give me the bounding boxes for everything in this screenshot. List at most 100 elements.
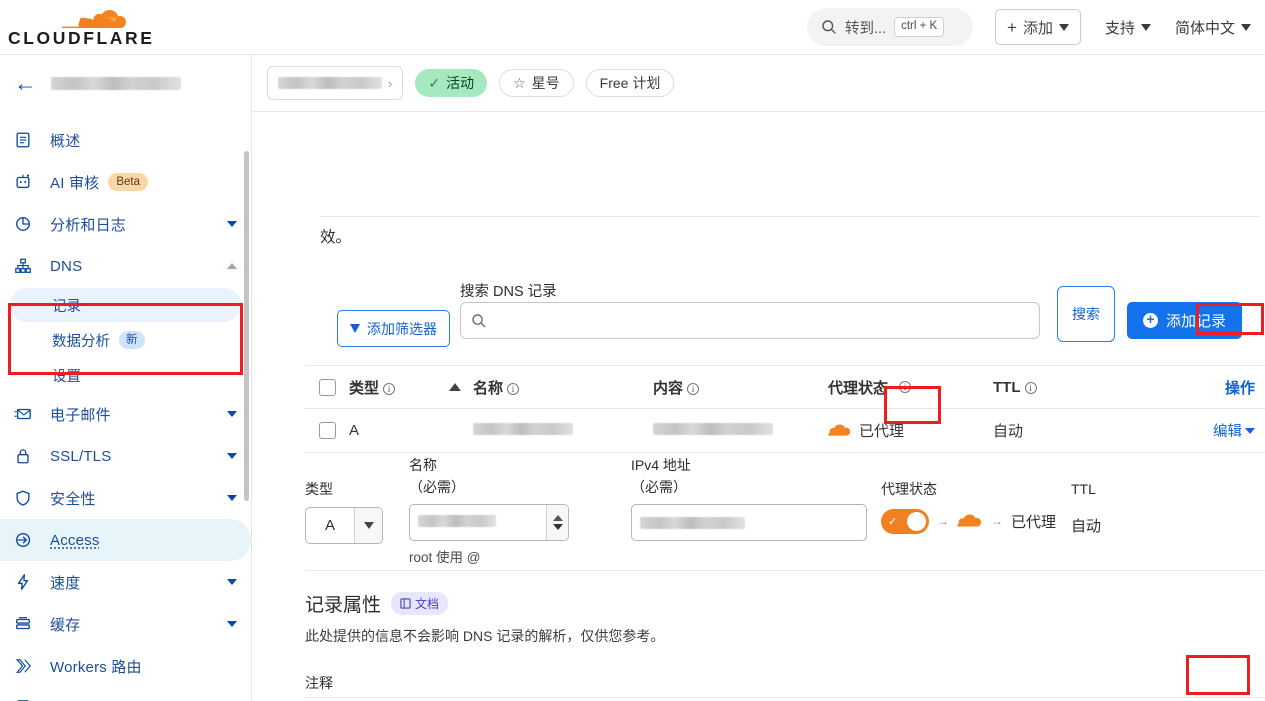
sidebar-item-label: Workers 路由 [50,658,142,676]
column-header-type[interactable]: 类型 i [349,377,437,398]
sidebar-item-workers-routes[interactable]: Workers 路由 [0,645,251,687]
cell-content [653,422,828,439]
dns-search-row: 搜索 DNS 记录 添加筛选器 搜索 + 添加记录 [337,280,1265,347]
field-name-label-1: 名称 [409,457,437,473]
column-header-actions: 操作 [1143,377,1265,398]
stepper-down-icon[interactable] [552,524,563,531]
book-icon [400,598,411,609]
chevron-down-icon [227,221,237,227]
column-header-name[interactable]: 名称 i [473,377,653,398]
proxy-status-toggle[interactable]: ✓ [881,508,929,534]
sidebar-item-label: 缓存 [50,616,81,634]
field-proxy-label: 代理状态 [881,481,937,497]
chevron-down-icon [1241,23,1251,31]
sidebar-item-security[interactable]: 安全性 [0,477,251,519]
column-header-content[interactable]: 内容 i [653,377,828,398]
column-label: 名称 [473,379,504,397]
info-icon[interactable]: i [383,382,396,395]
proxy-status-text: 已代理 [1011,513,1057,531]
truncated-paragraph: 效。 [320,229,352,246]
search-icon [822,20,836,34]
star-zone-button[interactable]: ☆ 星号 [499,69,574,97]
stepper-up-icon[interactable] [552,515,563,522]
record-type-select[interactable]: A [305,506,383,544]
search-button[interactable]: 搜索 [1057,286,1115,342]
column-header-ttl[interactable]: TTL i [993,379,1143,396]
sidebar-item-dns-analytics[interactable]: 数据分析 新 [10,323,241,357]
chevron-down-icon [227,579,237,585]
sidebar-item-email[interactable]: 电子邮件 [0,393,251,435]
column-label: 类型 [349,379,380,397]
sidebar-item-ssl-tls[interactable]: SSL/TLS [0,435,251,477]
support-menu[interactable]: 支持 [1105,17,1151,38]
documentation-label: 文档 [415,597,440,611]
attributes-title-text: 记录属性 [305,595,382,616]
add-button[interactable]: + 添加 [995,9,1081,45]
info-icon[interactable]: i [1024,381,1037,394]
record-ipv4-input[interactable] [631,504,867,542]
sidebar-item-label: DNS [50,257,83,275]
sidebar-nav: 概述 AI 审核 Beta 分析和日志 DNS 记录 数据分析 新 设置 电子邮… [0,111,251,701]
sidebar-zone-header: ← [0,55,251,111]
envelope-icon [14,405,40,423]
record-attributes-section: 记录属性 文档 此处提供的信息不会影响 DNS 记录的解析，仅供您参考。 注释 … [305,590,1265,701]
chevron-down-icon [1058,23,1069,31]
info-icon[interactable]: i [899,381,912,393]
select-all-checkbox[interactable] [318,378,336,396]
field-proxy-status: 代理状态 ✓ → → 已代理 [881,479,1056,534]
name-stepper[interactable] [546,505,568,541]
edit-record-button[interactable]: 编辑 [1213,424,1255,440]
sidebar-subitem-label: 记录 [52,298,81,315]
lock-icon [14,447,40,465]
sidebar-item-rules[interactable]: 规则 [0,687,251,701]
table-row[interactable]: A 已代理 自动 编辑 [305,409,1265,453]
row-checkbox-cell [305,422,349,439]
add-filter-button[interactable]: 添加筛选器 [337,310,450,347]
plan-badge-label: Free 计划 [599,75,661,91]
record-name-hint: root 使用 @ [409,550,481,566]
cloudflare-logo[interactable]: CLOUDFLARE [8,5,198,49]
sidebar-item-dns-settings[interactable]: 设置 [10,358,241,392]
sidebar-item-label: 规则 [50,698,80,701]
chevron-up-icon [227,263,237,269]
info-icon[interactable]: i [507,382,520,395]
sidebar-item-label: 安全性 [50,490,96,508]
support-label: 支持 [1104,19,1135,37]
cell-ttl: 自动 [993,423,1024,440]
sidebar-item-ai-audit[interactable]: AI 审核 Beta [0,161,251,203]
cell-actions: 编辑 [1143,420,1265,441]
sidebar-item-dns-records[interactable]: 记录 [10,288,241,322]
sidebar-item-access[interactable]: Access [0,519,251,561]
field-ttl: TTL 自动 [1071,479,1101,536]
search-icon [472,313,486,327]
new-badge: 新 [119,330,145,350]
chevron-right-icon: › [388,75,393,91]
chevron-down-icon [227,411,237,417]
row-checkbox[interactable] [318,422,336,439]
column-header-proxy-status[interactable]: 代理状态 i [828,377,993,398]
sidebar-item-overview[interactable]: 概述 [0,119,251,161]
documentation-link[interactable]: 文档 [391,592,449,615]
sidebar-item-cache[interactable]: 缓存 [0,603,251,645]
star-button-label: 星号 [531,75,560,91]
record-name-input[interactable] [409,504,569,542]
search-records-input[interactable] [460,302,1040,339]
add-record-button[interactable]: + 添加记录 [1127,302,1243,339]
sidebar-item-dns[interactable]: DNS [0,245,251,287]
zone-breadcrumb-bar: › ✓ 活动 ☆ 星号 Free 计划 [253,55,1265,112]
sidebar-item-speed[interactable]: 速度 [0,561,251,603]
back-arrow-icon[interactable]: ← [10,71,41,95]
form-divider-bottom [305,697,1265,698]
field-type: 类型 A [305,479,383,544]
language-menu[interactable]: 简体中文 [1175,17,1251,38]
sidebar-item-label: 速度 [50,574,81,592]
plan-badge[interactable]: Free 计划 [585,69,675,97]
sidebar-item-analytics[interactable]: 分析和日志 [0,203,251,245]
sort-ascending-icon[interactable] [437,383,473,391]
arrow-out-icon: → [991,514,1003,529]
add-record-label: 添加记录 [1166,313,1227,330]
global-search[interactable]: 转到... ctrl + K [807,8,974,46]
info-icon[interactable]: i [687,382,700,395]
zone-selector-chip[interactable]: › [267,66,404,100]
sidebar-scrollbar[interactable] [244,151,249,501]
